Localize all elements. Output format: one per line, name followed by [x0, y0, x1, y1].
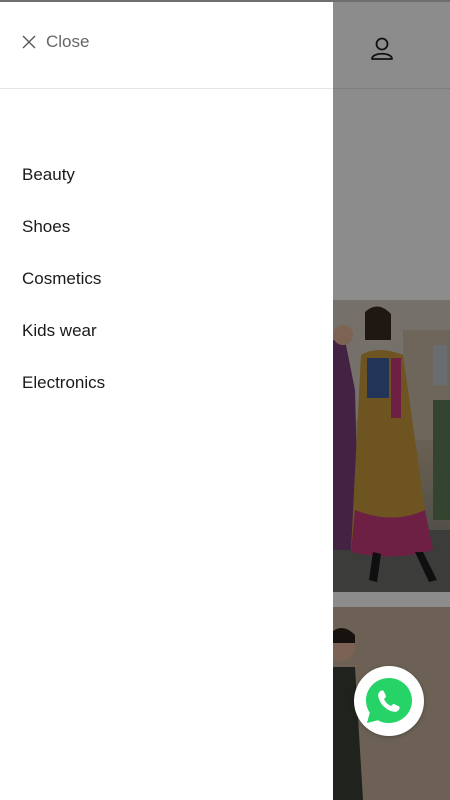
- menu-item-beauty[interactable]: Beauty: [22, 149, 105, 201]
- drawer-header: Close: [0, 2, 333, 89]
- status-line: [0, 0, 450, 2]
- menu-item-cosmetics[interactable]: Cosmetics: [22, 253, 105, 305]
- category-menu: Beauty Shoes Cosmetics Kids wear Electro…: [22, 149, 105, 409]
- side-drawer: Close Beauty Shoes Cosmetics Kids wear E…: [0, 2, 333, 800]
- close-label: Close: [46, 32, 90, 51]
- close-icon: [22, 35, 36, 49]
- close-button[interactable]: Close: [22, 32, 89, 52]
- whatsapp-icon: [366, 678, 412, 723]
- menu-item-shoes[interactable]: Shoes: [22, 201, 105, 253]
- menu-item-kids-wear[interactable]: Kids wear: [22, 305, 105, 357]
- menu-item-electronics[interactable]: Electronics: [22, 357, 105, 409]
- whatsapp-chat-button[interactable]: [354, 666, 424, 736]
